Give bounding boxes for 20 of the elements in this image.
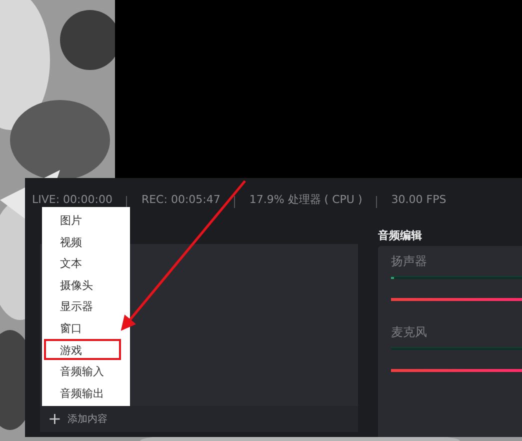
volume-slider[interactable] — [391, 298, 522, 301]
menu-item[interactable]: 音频输入 — [44, 360, 121, 382]
audio-mixer-title: 音频编辑 — [378, 228, 423, 244]
menu-item[interactable]: 视频 — [44, 230, 121, 252]
menu-item[interactable]: 游戏 — [44, 338, 121, 360]
menu-item[interactable]: 文本 — [44, 252, 121, 274]
menu-item[interactable]: 音频输出 — [44, 382, 121, 404]
channel-name: 扬声器 — [391, 253, 428, 270]
menu-item[interactable]: 显示器 — [44, 295, 121, 317]
status-text: 17.9% 处理器 ( CPU ) — [249, 194, 362, 206]
status-text: LIVE: 00:00:00 — [32, 194, 112, 206]
status-text: REC: 00:05:47 — [141, 194, 220, 206]
volume-slider[interactable] — [391, 369, 522, 372]
menu-item[interactable]: 窗口 — [44, 316, 121, 339]
channel-name: 麦克风 — [391, 324, 428, 341]
menu-item[interactable]: 图片 — [44, 209, 121, 231]
plus-icon: + — [48, 411, 62, 427]
status-text: 30.00 FPS — [391, 194, 446, 206]
add-content-button[interactable]: + 添加内容 — [40, 406, 358, 432]
menu-item[interactable]: 摄像头 — [44, 274, 121, 296]
